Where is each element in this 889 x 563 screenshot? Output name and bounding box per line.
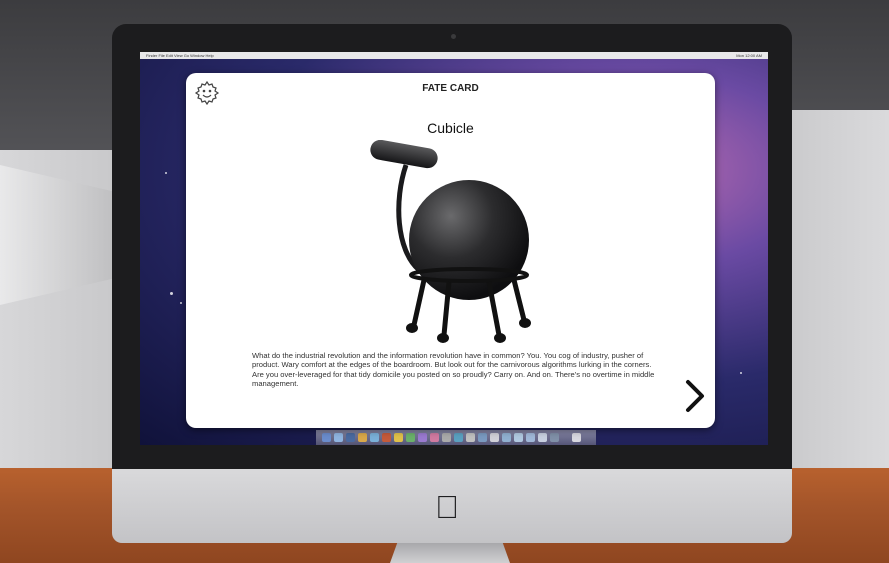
- star: [170, 292, 173, 295]
- fate-card: FATE CARD Cubicle What do the industrial…: [186, 73, 715, 428]
- star: [180, 302, 182, 304]
- apple-logo-icon: : [432, 490, 462, 524]
- dock-icon[interactable]: [454, 433, 463, 442]
- monitor-stand: [390, 543, 510, 563]
- dock-icon[interactable]: [346, 433, 355, 442]
- dock-icon[interactable]: [358, 433, 367, 442]
- dock-icon[interactable]: [406, 433, 415, 442]
- card-title: Cubicle: [427, 120, 474, 136]
- chevron-right-icon[interactable]: [684, 378, 706, 414]
- dock-icon[interactable]: [466, 433, 475, 442]
- menu-bar-status: Mon 12:00 AM: [736, 53, 762, 58]
- card-header: FATE CARD: [422, 83, 479, 94]
- dock-icon[interactable]: [322, 433, 331, 442]
- wall-panel-right: [780, 110, 889, 470]
- dock-icon[interactable]: [442, 433, 451, 442]
- dock-icon[interactable]: [418, 433, 427, 442]
- card-description: What do the industrial revolution and th…: [252, 351, 655, 389]
- camera-icon: [451, 34, 456, 39]
- dock-icon[interactable]: [382, 433, 391, 442]
- menu-bar-items[interactable]: Finder File Edit View Go Window Help: [146, 53, 214, 58]
- dock-icon[interactable]: [514, 433, 523, 442]
- dock-icon[interactable]: [502, 433, 511, 442]
- dock-icon[interactable]: [478, 433, 487, 442]
- trash-icon[interactable]: [572, 433, 581, 442]
- dock-icon[interactable]: [370, 433, 379, 442]
- dock-icon[interactable]: [394, 433, 403, 442]
- dock-icon[interactable]: [550, 433, 559, 442]
- dock-icon[interactable]: [526, 433, 535, 442]
- dock-icon[interactable]: [430, 433, 439, 442]
- ball-chair-image: [370, 140, 531, 343]
- star: [740, 372, 742, 374]
- star: [165, 172, 167, 174]
- dock-icon[interactable]: [538, 433, 547, 442]
- dock-icon[interactable]: [490, 433, 499, 442]
- dock-icon[interactable]: [334, 433, 343, 442]
- menu-bar: Finder File Edit View Go Window Help Mon…: [140, 52, 768, 59]
